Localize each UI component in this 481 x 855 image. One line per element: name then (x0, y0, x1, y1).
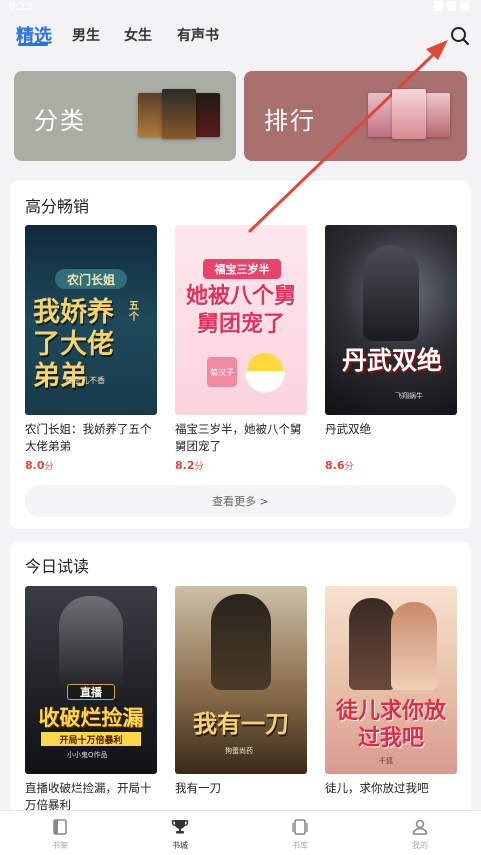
cover-text-sub: 开局十万倍暴利 (41, 732, 141, 746)
bottom-nav: 书架 书城 书库 我的 (0, 810, 481, 855)
nav-label: 书库 (292, 841, 308, 850)
cover-author: 小小鬼Q作品 (67, 751, 108, 759)
section-title: 高分畅销 (25, 197, 90, 216)
book-title[interactable]: 福宝三岁半，她被八个舅舅团宠了 (175, 421, 307, 455)
ranking-card[interactable]: 排行 (244, 71, 467, 161)
book-card[interactable]: 我有一刀 狗蛋尚药 我有一刀 (175, 586, 307, 797)
nav-bookshelf[interactable]: 书架 (30, 817, 90, 851)
cover-text-side: 五个 (129, 301, 139, 323)
cover-author: 香奈儿不香 (65, 376, 105, 385)
cover-text-main: 丹武双绝 (341, 346, 442, 375)
signal-icon (447, 1, 456, 11)
cover-author: 飞翔蜗牛 (395, 392, 423, 400)
status-icons (434, 1, 469, 11)
score-value: 8.6 (325, 459, 345, 472)
book-card[interactable]: 徒儿求你放过我吧 千狐 徒儿，求你放过我吧 (325, 586, 457, 797)
today-trial-section: 今日试读 直播 收破烂捡漏 开局十万倍暴利 小小鬼Q作品 直播收破烂捡漏，开局十… (10, 542, 471, 822)
score-value: 8.2 (175, 459, 195, 472)
ranking-label: 排行 (264, 107, 316, 135)
cover-text-top: 农门长姐 (55, 269, 127, 289)
cover-author: 千狐 (379, 757, 393, 765)
category-label: 分类 (34, 107, 86, 135)
book-title[interactable]: 我有一刀 (175, 780, 307, 797)
score-value: 8.0 (25, 459, 45, 472)
book-score: 8.6分 (325, 459, 457, 472)
score-unit: 分 (194, 462, 204, 472)
status-bar: 9:23 (0, 0, 481, 14)
character-illustration (59, 596, 123, 686)
cover-text-main: 徒儿求你放过我吧 (335, 699, 446, 751)
nav-label: 书架 (52, 841, 68, 850)
view-more-button[interactable]: 查看更多 > (25, 485, 456, 517)
mini-book-cover (192, 93, 220, 137)
wifi-icon (434, 1, 443, 11)
profile-icon (412, 819, 428, 835)
female-character-illustration (391, 602, 437, 690)
score-unit: 分 (44, 462, 54, 472)
status-time: 9:23 (8, 0, 33, 13)
cover-text-top: 直播 (67, 684, 115, 700)
nav-profile[interactable]: 我的 (390, 817, 450, 851)
library-icon (292, 819, 308, 835)
book-cover[interactable]: 丹武双绝 飞翔蜗牛 (325, 225, 457, 415)
search-icon (451, 27, 470, 46)
search-button[interactable] (448, 24, 472, 48)
book-score: 8.0分 (25, 459, 157, 472)
nav-library[interactable]: 书库 (270, 817, 330, 851)
book-cover[interactable]: 农门长姐 我娇养了大佬弟弟 五个 香奈儿不香 (25, 225, 157, 415)
book-title[interactable]: 徒儿，求你放过我吧 (325, 780, 457, 797)
book-cover[interactable]: 徒儿求你放过我吧 千狐 (325, 586, 457, 774)
cover-text-main: 她被八个舅舅团宠了 (185, 284, 296, 337)
book-cover[interactable]: 直播 收破烂捡漏 开局十万倍暴利 小小鬼Q作品 (25, 586, 157, 774)
cover-text-main: 收破烂捡漏 (38, 706, 144, 730)
warrior-illustration (363, 245, 419, 341)
bookshelf-icon (53, 819, 67, 835)
nav-label: 我的 (412, 841, 428, 850)
high-score-section: 高分畅销 农门长姐 我娇养了大佬弟弟 五个 香奈儿不香 农门长姐：我娇养了五个大… (10, 181, 471, 529)
top-tabs: 精选 男生 女生 有声书 (0, 20, 481, 50)
swordsman-illustration (211, 594, 271, 690)
male-character-illustration (349, 598, 395, 690)
book-cover[interactable]: 福宝三岁半 她被八个舅舅团宠了 菊汉子 (175, 225, 307, 415)
nav-bookstore[interactable]: 书城 (150, 817, 210, 851)
book-card[interactable]: 直播 收破烂捡漏 开局十万倍暴利 小小鬼Q作品 直播收破烂捡漏，开局十万倍暴利 (25, 586, 157, 814)
nav-label: 书城 (172, 841, 188, 850)
tab-male[interactable]: 男生 (72, 20, 100, 50)
battery-icon (460, 1, 469, 11)
tab-female[interactable]: 女生 (124, 20, 152, 50)
book-card[interactable]: 丹武双绝 飞翔蜗牛 丹武双绝 8.6分 (325, 225, 457, 472)
book-title[interactable]: 丹武双绝 (325, 421, 457, 438)
book-card[interactable]: 农门长姐 我娇养了大佬弟弟 五个 香奈儿不香 农门长姐：我娇养了五个大佬弟弟 8… (25, 225, 157, 472)
trophy-icon (171, 820, 189, 834)
book-score: 8.2分 (175, 459, 307, 472)
book-title[interactable]: 直播收破烂捡漏，开局十万倍暴利 (25, 780, 157, 814)
book-title[interactable]: 农门长姐：我娇养了五个大佬弟弟 (25, 421, 157, 455)
mini-book-cover (392, 89, 426, 139)
book-cover[interactable]: 我有一刀 狗蛋尚药 (175, 586, 307, 774)
book-card[interactable]: 福宝三岁半 她被八个舅舅团宠了 菊汉子 福宝三岁半，她被八个舅舅团宠了 8.2分 (175, 225, 307, 472)
score-unit: 分 (344, 462, 354, 472)
active-tab-indicator (18, 43, 48, 46)
section-title: 今日试读 (25, 557, 90, 576)
tab-audiobook[interactable]: 有声书 (177, 20, 219, 50)
cover-author: 狗蛋尚药 (225, 747, 253, 755)
cover-author: 菊汉子 (207, 357, 237, 387)
mini-book-cover (422, 93, 450, 137)
category-card[interactable]: 分类 (14, 71, 236, 161)
mini-book-cover (162, 89, 196, 139)
cover-text-main: 我有一刀 (193, 709, 289, 738)
eggshell-illustration (245, 371, 285, 393)
cover-text-top: 福宝三岁半 (203, 259, 281, 279)
